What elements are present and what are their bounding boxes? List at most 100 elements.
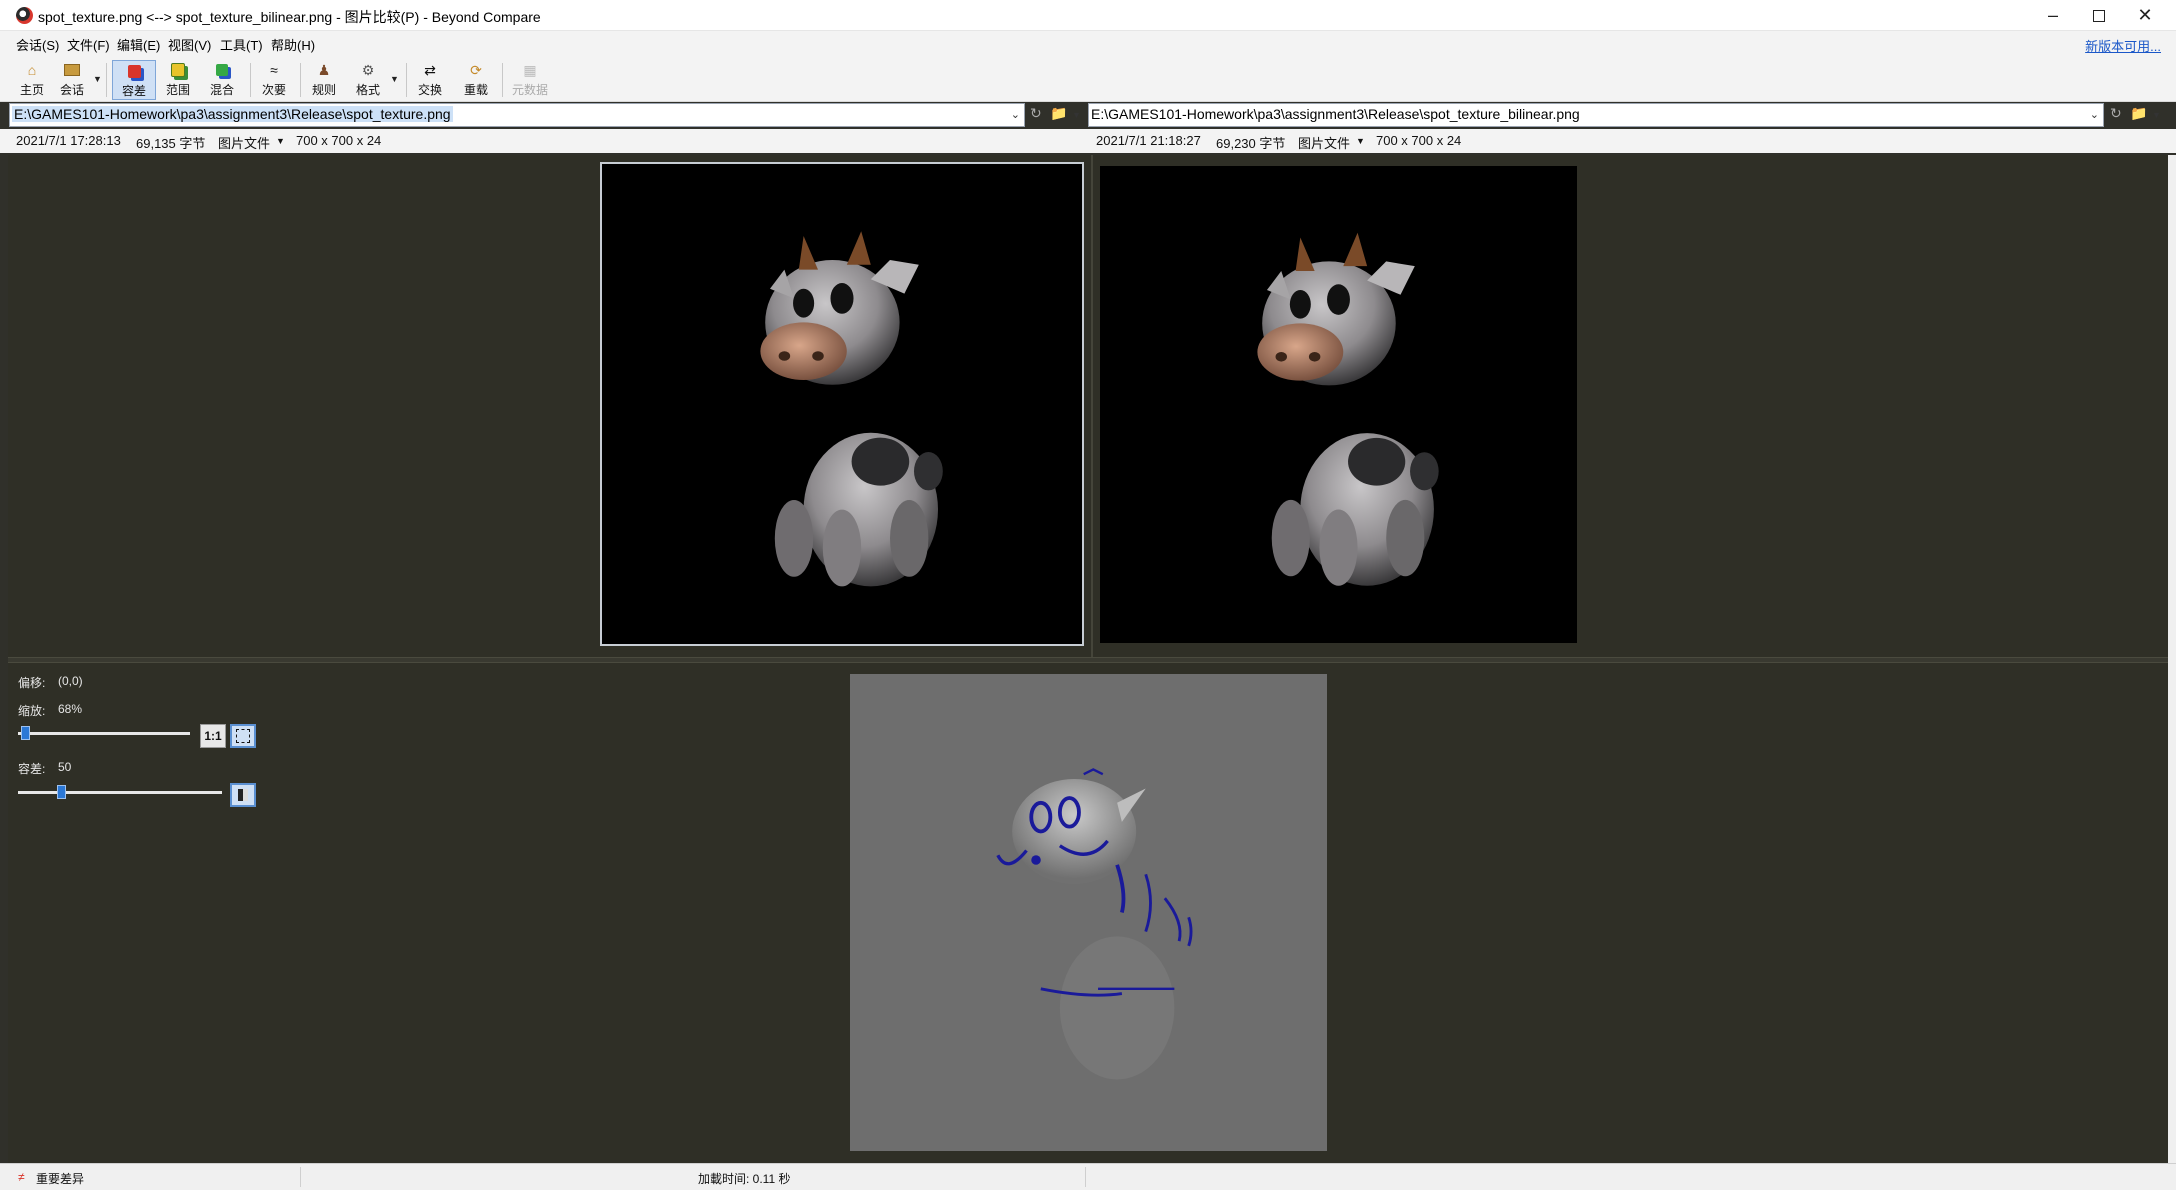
rules-button[interactable]: ♟ 规则	[302, 60, 346, 100]
range-button[interactable]: 范围	[156, 60, 200, 100]
important-diffs-icon: ≠	[18, 1170, 25, 1184]
metadata-icon: ▦	[523, 61, 537, 78]
offset-value: (0,0)	[58, 674, 83, 688]
format-button[interactable]: ⚙ 格式	[346, 60, 390, 100]
metadata-label: 元数据	[511, 83, 548, 97]
blend-button[interactable]: 混合	[200, 60, 244, 100]
reload-icon: ⟳	[470, 61, 482, 78]
right-image-view[interactable]	[1100, 166, 1577, 643]
diffs-label: 容差	[121, 84, 146, 98]
format-gear-icon: ⚙	[361, 61, 375, 78]
right-folder-dropdown-icon[interactable]: ▼	[2152, 110, 2161, 120]
zoom-label: 缩放:	[18, 704, 46, 718]
blend-label: 混合	[209, 83, 234, 97]
title-bar: spot_texture.png <--> spot_texture_bilin…	[0, 0, 2176, 31]
maximize-button[interactable]	[2076, 0, 2122, 31]
rules-person-icon: ♟	[317, 61, 331, 78]
zoom-value: 68%	[58, 702, 83, 716]
close-button[interactable]: ✕	[2122, 0, 2168, 31]
swap-arrows-icon: ⇄	[424, 61, 436, 78]
beyond-compare-logo-icon	[16, 7, 33, 24]
range-icon	[169, 62, 187, 78]
home-label: 主页	[19, 83, 44, 97]
menu-edit[interactable]: 编辑(E)	[117, 35, 160, 54]
pane-divider[interactable]	[1091, 155, 1093, 658]
menu-bar: 会话(S) 文件(F) 编辑(E) 视图(V) 工具(T) 帮助(H) 新版本可…	[0, 31, 2176, 57]
fit-to-window-button[interactable]	[230, 724, 256, 748]
rules-label: 规则	[311, 83, 336, 97]
left-cow-image	[760, 231, 943, 587]
menu-view[interactable]: 视图(V)	[168, 35, 211, 54]
tolerance-slider-thumb[interactable]	[57, 785, 66, 799]
file-info-row: 2021/7/1 17:28:13 69,135 字节 图片文件 ▼ 700 x…	[0, 129, 2176, 153]
left-format-select[interactable]: 图片文件	[218, 133, 270, 152]
toolbar: ⌂ 主页 会话 ▼ 容差 范围 混合 ≈ 次要 ♟ 规则 ⚙ 格式 ▼ ⇄ 交换…	[0, 57, 2176, 102]
toolbar-separator	[502, 63, 503, 97]
vertical-scrollbar[interactable]	[2168, 155, 2176, 1163]
session-label: 会话	[59, 83, 84, 97]
left-image-view[interactable]	[600, 162, 1084, 646]
status-separator	[1085, 1167, 1086, 1187]
left-folder-dropdown-icon[interactable]: ▼	[1072, 110, 1081, 120]
image-panes-area	[8, 155, 2168, 658]
menu-help[interactable]: 帮助(H)	[271, 35, 315, 54]
status-separator	[300, 1167, 301, 1187]
format-dropdown-arrow-icon[interactable]: ▼	[390, 74, 399, 84]
left-format-dropdown-icon[interactable]: ▼	[276, 136, 285, 146]
right-open-folder-icon[interactable]: 📁	[2130, 105, 2147, 122]
close-icon: ✕	[2137, 5, 2153, 25]
new-version-link[interactable]: 新版本可用...	[2085, 36, 2161, 55]
left-path-field[interactable]: E:\GAMES101-Homework\pa3\assignment3\Rel…	[9, 103, 1025, 127]
left-open-folder-icon[interactable]: 📁	[1050, 105, 1067, 122]
tolerance-value: 50	[58, 760, 72, 774]
blend-icon	[213, 62, 231, 78]
left-path-text[interactable]: E:\GAMES101-Homework\pa3\assignment3\Rel…	[12, 106, 453, 122]
format-label: 格式	[355, 83, 380, 97]
menu-tools[interactable]: 工具(T)	[220, 35, 263, 54]
right-format-dropdown-icon[interactable]: ▼	[1356, 136, 1365, 146]
status-bar: ≠ 重要差异 加載时间: 0.11 秒	[0, 1163, 2176, 1190]
minor-label: 次要	[261, 83, 286, 97]
approx-equal-icon: ≈	[270, 62, 278, 78]
zoom-slider[interactable]	[18, 726, 190, 740]
right-format-select[interactable]: 图片文件	[1298, 133, 1350, 152]
reload-button[interactable]: ⟳ 重载	[454, 60, 498, 100]
toolbar-separator	[406, 63, 407, 97]
left-history-icon[interactable]: ↻	[1030, 105, 1042, 122]
swap-button[interactable]: ⇄ 交换	[408, 60, 452, 100]
right-path-field[interactable]: E:\GAMES101-Homework\pa3\assignment3\Rel…	[1088, 103, 2104, 127]
right-cow-image	[1257, 232, 1439, 586]
minimize-icon: –	[2047, 5, 2058, 25]
home-button[interactable]: ⌂ 主页	[10, 60, 54, 100]
offset-label: 偏移:	[18, 676, 46, 690]
fit-window-icon	[236, 729, 250, 743]
maximize-icon	[2093, 9, 2105, 22]
actual-size-button[interactable]: 1:1	[200, 724, 226, 748]
swap-label: 交换	[417, 83, 442, 97]
tolerance-color-button[interactable]	[230, 783, 256, 807]
important-diffs-label: 重要差异	[36, 1172, 85, 1186]
left-file-size: 69,135 字节	[136, 136, 206, 151]
right-dimensions: 700 x 700 x 24	[1376, 133, 1462, 148]
diffs-filter-button[interactable]: 容差	[112, 60, 156, 100]
minor-button[interactable]: ≈ 次要	[252, 60, 296, 100]
difference-image-view[interactable]	[850, 674, 1327, 1151]
minimize-button[interactable]: –	[2030, 0, 2076, 31]
left-path-dropdown-icon[interactable]: ⌄	[1011, 108, 1020, 121]
tolerance-slider[interactable]	[18, 785, 222, 799]
right-file-size: 69,230 字节	[1216, 136, 1286, 151]
tolerance-label: 容差:	[18, 762, 46, 776]
right-history-icon[interactable]: ↻	[2110, 105, 2122, 122]
metadata-button[interactable]: ▦ 元数据	[508, 60, 552, 100]
zoom-slider-track	[18, 732, 190, 735]
right-timestamp: 2021/7/1 21:18:27	[1096, 133, 1201, 148]
session-button[interactable]: 会话	[50, 60, 94, 100]
window-title: spot_texture.png <--> spot_texture_bilin…	[38, 9, 541, 25]
menu-file[interactable]: 文件(F)	[67, 35, 110, 54]
right-path-dropdown-icon[interactable]: ⌄	[2090, 108, 2099, 121]
menu-session[interactable]: 会话(S)	[16, 35, 59, 54]
right-path-text[interactable]: E:\GAMES101-Homework\pa3\assignment3\Rel…	[1091, 106, 1580, 122]
home-icon: ⌂	[27, 62, 37, 78]
zoom-slider-thumb[interactable]	[21, 726, 30, 740]
session-dropdown-arrow-icon[interactable]: ▼	[93, 74, 102, 84]
